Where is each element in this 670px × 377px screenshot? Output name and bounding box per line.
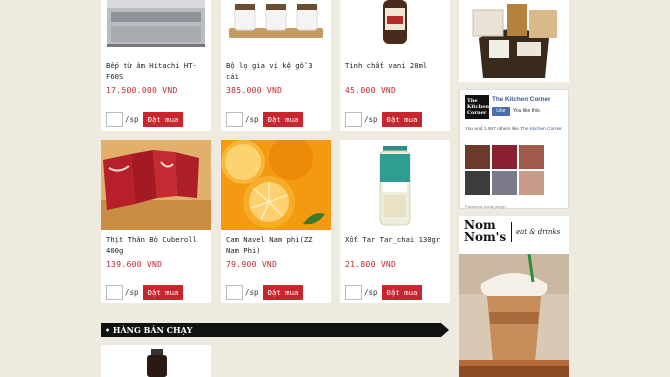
unit-label: /sp: [364, 115, 378, 124]
product-price: 17.500.000 VND: [106, 86, 178, 95]
quantity-input[interactable]: [106, 112, 123, 127]
order-button[interactable]: Đặt mua: [382, 112, 422, 127]
unit-label: /sp: [245, 288, 259, 297]
bestseller-section-header: • HÀNG BÁN CHẠY: [101, 323, 449, 337]
product-name[interactable]: Thịt Thăn Bò Cuberoll 400g: [106, 234, 208, 256]
quantity-input[interactable]: [106, 285, 123, 300]
gift-basket-banner[interactable]: [459, 0, 569, 82]
order-button[interactable]: Đặt mua: [382, 285, 422, 300]
you-like-this-text: You like this.: [513, 108, 541, 114]
product-card: [101, 345, 211, 377]
product-price: 79.900 VND: [226, 260, 278, 269]
product-card: Bộ lọ gia vị kệ gỗ 3 cái 385.000 VND /sp…: [221, 0, 331, 131]
page-link[interactable]: The Kitchen Corner: [520, 127, 561, 132]
avatar[interactable]: [519, 171, 544, 195]
product-image-beef[interactable]: [101, 140, 211, 230]
kitchen-corner-logo[interactable]: The Kitchen Corner: [465, 95, 489, 119]
avatar[interactable]: [492, 145, 517, 169]
brand-divider: [511, 222, 512, 242]
likes-count-text: You and 1,067 others like The Kitchen Co…: [465, 127, 567, 134]
avatar[interactable]: [465, 171, 490, 195]
avatar[interactable]: [519, 145, 544, 169]
product-card: Thịt Thăn Bò Cuberoll 400g 139.600 VND /…: [101, 140, 211, 303]
brand-line-2: Nom's: [464, 230, 507, 244]
product-image-induction-cooktop[interactable]: [101, 0, 211, 50]
order-button[interactable]: Đặt mua: [263, 285, 303, 300]
product-price: 385.000 VND: [226, 86, 283, 95]
unit-label: /sp: [364, 288, 378, 297]
unit-label: /sp: [125, 288, 139, 297]
quantity-input[interactable]: [345, 112, 362, 127]
likes-count-suffix: .: [561, 127, 563, 132]
quantity-input[interactable]: [345, 285, 362, 300]
product-image-bottle[interactable]: [101, 345, 211, 377]
avatar[interactable]: [465, 145, 490, 169]
product-image-vanilla-bottle[interactable]: [340, 0, 450, 50]
product-name[interactable]: Cam Navel Nam phi(ZZ Nam Phi): [226, 234, 328, 256]
product-card: Bếp từ âm Hitachi HT-F60S 17.500.000 VND…: [101, 0, 211, 131]
order-button[interactable]: Đặt mua: [143, 285, 183, 300]
avatar[interactable]: [492, 171, 517, 195]
fan-avatars: [465, 145, 545, 195]
nomnoms-logo: Nom Nom's: [464, 219, 506, 243]
product-name[interactable]: Bếp từ âm Hitachi HT-F60S: [106, 60, 208, 82]
order-button[interactable]: Đặt mua: [143, 112, 183, 127]
order-button[interactable]: Đặt mua: [263, 112, 303, 127]
quantity-input[interactable]: [226, 112, 243, 127]
product-image-oranges[interactable]: [221, 140, 331, 230]
product-name[interactable]: Bộ lọ gia vị kệ gỗ 3 cái: [226, 60, 328, 82]
product-card: Xốt Tar Tar_chai 130gr 21.800 VND /sp Đặ…: [340, 140, 450, 303]
product-image-spice-jars[interactable]: [221, 0, 331, 50]
product-card: Tinh chất vani 28ml 45.000 VND /sp Đặt m…: [340, 0, 450, 131]
quantity-input[interactable]: [226, 285, 243, 300]
facebook-page-name[interactable]: The Kitchen Corner: [492, 96, 550, 103]
unit-label: /sp: [125, 115, 139, 124]
product-name[interactable]: Xốt Tar Tar_chai 130gr: [345, 234, 447, 245]
nomnoms-ad-banner[interactable]: Nom Nom's eat & drinks: [459, 216, 569, 377]
product-image-tartar-sauce[interactable]: [340, 140, 450, 230]
product-price: 21.800 VND: [345, 260, 397, 269]
facebook-like-box: The Kitchen Corner The Kitchen Corner Li…: [459, 89, 569, 209]
product-price: 139.600 VND: [106, 260, 163, 269]
facebook-like-button[interactable]: Like: [492, 107, 510, 116]
product-price: 45.000 VND: [345, 86, 397, 95]
unit-label: /sp: [245, 115, 259, 124]
product-card: Cam Navel Nam phi(ZZ Nam Phi) 79.900 VND…: [221, 140, 331, 303]
facebook-plugin-label: Facebook social plugin: [465, 204, 506, 209]
likes-count-prefix: You and 1,067 others like: [465, 127, 521, 132]
frappe-drink-image: [459, 254, 569, 377]
brand-tagline: eat & drinks: [516, 228, 561, 236]
product-name[interactable]: Tinh chất vani 28ml: [345, 60, 447, 71]
